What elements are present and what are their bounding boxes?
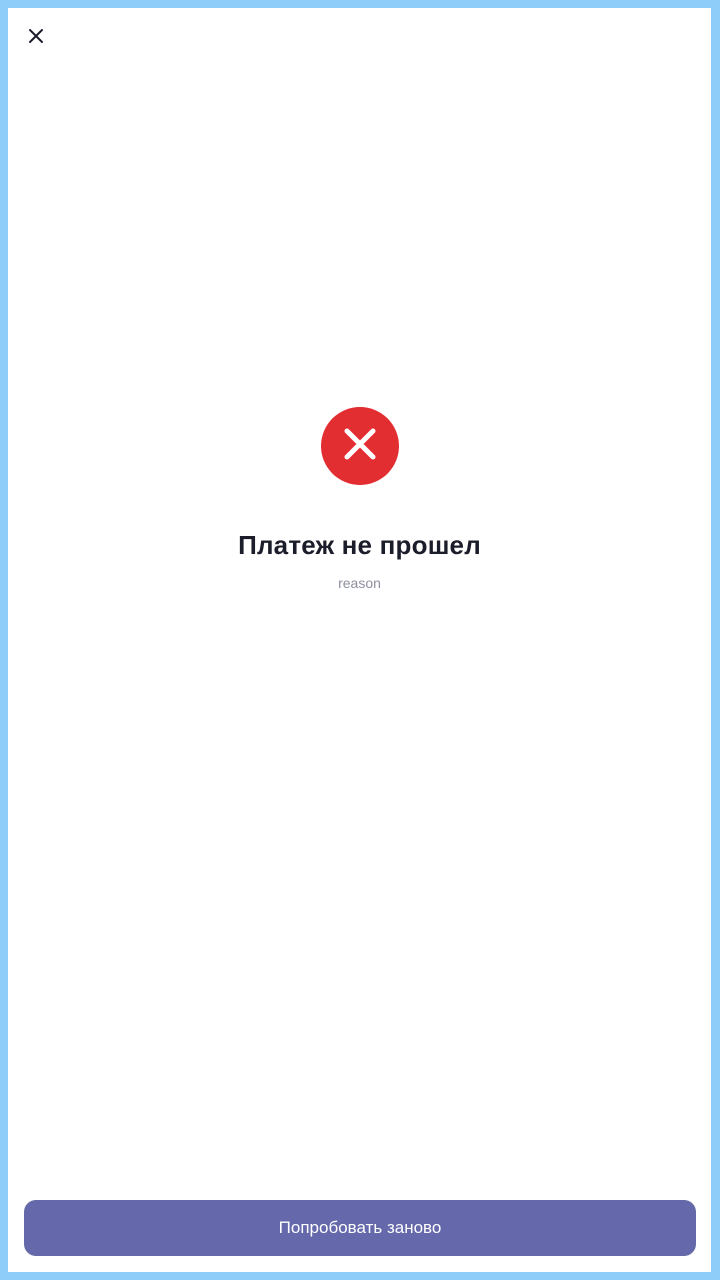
page-title: Платеж не прошел: [238, 530, 481, 560]
retry-button[interactable]: Попробовать заново: [24, 1200, 696, 1256]
error-cross-icon: [343, 427, 377, 466]
error-status-icon: [321, 407, 399, 485]
close-icon: [28, 28, 44, 44]
retry-button-label: Попробовать заново: [278, 1218, 442, 1237]
payment-result-screen: Платеж не прошел reason Попробовать зано…: [8, 8, 711, 1272]
close-button[interactable]: [24, 24, 48, 48]
failure-reason: reason: [338, 575, 381, 591]
